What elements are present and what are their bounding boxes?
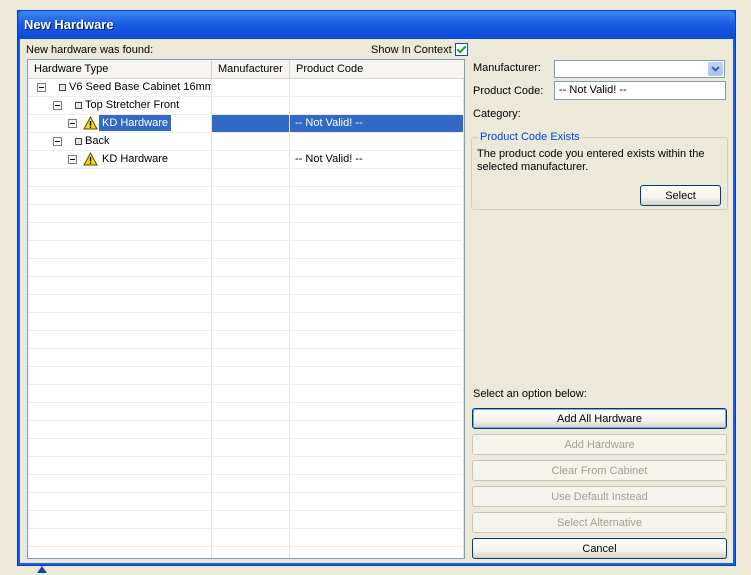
empty-row — [28, 475, 464, 493]
empty-row — [28, 223, 464, 241]
empty-row — [28, 493, 464, 511]
resize-handle-icon[interactable] — [37, 566, 47, 573]
empty-row — [28, 259, 464, 277]
node-bullet-icon — [59, 84, 66, 91]
warning-icon — [83, 116, 98, 130]
empty-row — [28, 547, 464, 558]
manufacturer-dropdown[interactable] — [554, 60, 725, 78]
row-label: Top Stretcher Front — [85, 99, 180, 111]
dropdown-arrow-button[interactable] — [708, 62, 723, 76]
product-code-exists-group: Product Code Exists The product code you… — [471, 131, 728, 210]
column-header-manufacturer[interactable]: Manufacturer — [212, 60, 290, 78]
tree-row-part[interactable]: Back — [28, 133, 464, 151]
tree-row-cabinet[interactable]: V6 Seed Base Cabinet 16mm — [28, 79, 464, 97]
row-manufacturer — [212, 97, 290, 114]
product-code-input[interactable]: -- Not Valid! -- — [554, 81, 726, 100]
select-button[interactable]: Select — [640, 185, 721, 206]
tree-row-part[interactable]: Top Stretcher Front — [28, 97, 464, 115]
collapse-toggle[interactable] — [37, 83, 46, 92]
row-label: KD Hardware — [99, 115, 172, 131]
tree-row-hardware[interactable]: KD Hardware -- Not Valid! -- — [28, 151, 464, 169]
add-all-hardware-button[interactable]: Add All Hardware — [472, 408, 727, 429]
row-product-code: -- Not Valid! -- — [290, 115, 464, 132]
hardware-grid[interactable]: Hardware Type Manufacturer Product Code … — [27, 59, 465, 559]
collapse-toggle[interactable] — [53, 137, 62, 146]
clear-from-cabinet-button[interactable]: Clear From Cabinet — [472, 460, 727, 481]
category-label: Category: — [473, 108, 521, 120]
row-manufacturer — [212, 133, 290, 150]
row-manufacturer — [212, 151, 290, 168]
row-manufacturer — [212, 79, 290, 96]
row-manufacturer — [212, 115, 290, 132]
empty-row — [28, 529, 464, 547]
found-label: New hardware was found: — [26, 44, 154, 56]
empty-row — [28, 241, 464, 259]
column-header-product-code[interactable]: Product Code — [290, 60, 370, 78]
row-product-code — [290, 133, 464, 150]
use-default-instead-button[interactable]: Use Default Instead — [472, 486, 727, 507]
collapse-toggle[interactable] — [53, 101, 62, 110]
cancel-button[interactable]: Cancel — [472, 538, 727, 559]
warning-icon — [83, 152, 98, 166]
empty-row — [28, 457, 464, 475]
empty-row — [28, 205, 464, 223]
show-in-context-checkbox[interactable] — [454, 43, 468, 56]
window-title: New Hardware — [24, 17, 114, 32]
option-prompt: Select an option below: — [473, 388, 587, 400]
grid-header: Hardware Type Manufacturer Product Code — [28, 60, 464, 79]
select-alternative-button[interactable]: Select Alternative — [472, 512, 727, 533]
empty-row — [28, 367, 464, 385]
empty-row — [28, 331, 464, 349]
empty-row — [28, 439, 464, 457]
tree-row-hardware-selected[interactable]: KD Hardware -- Not Valid! -- — [28, 115, 464, 133]
group-title: Product Code Exists — [478, 131, 582, 143]
empty-row — [28, 385, 464, 403]
empty-row — [28, 295, 464, 313]
node-bullet-icon — [75, 138, 82, 145]
empty-row — [28, 421, 464, 439]
column-header-hardware-type[interactable]: Hardware Type — [28, 60, 212, 78]
grid-rows: V6 Seed Base Cabinet 16mm Top Stretcher … — [28, 79, 464, 558]
row-product-code: -- Not Valid! -- — [290, 151, 464, 168]
dialog-client-area: New hardware was found: Show In Context … — [21, 39, 732, 562]
empty-row — [28, 277, 464, 295]
collapse-toggle[interactable] — [68, 155, 77, 164]
empty-row — [28, 511, 464, 529]
node-bullet-icon — [75, 102, 82, 109]
row-product-code — [290, 79, 464, 96]
new-hardware-dialog: New Hardware New hardware was found: Sho… — [17, 10, 736, 566]
collapse-toggle[interactable] — [68, 119, 77, 128]
show-in-context-label: Show In Context — [371, 43, 452, 56]
product-code-label: Product Code: — [473, 85, 544, 97]
manufacturer-label: Manufacturer: — [473, 62, 541, 74]
empty-row — [28, 313, 464, 331]
add-hardware-button[interactable]: Add Hardware — [472, 434, 727, 455]
row-label: V6 Seed Base Cabinet 16mm — [69, 81, 212, 93]
row-label: KD Hardware — [102, 153, 169, 165]
empty-row — [28, 349, 464, 367]
row-product-code — [290, 97, 464, 114]
title-bar[interactable]: New Hardware — [18, 11, 735, 39]
show-in-context-toggle[interactable]: Show In Context — [371, 43, 468, 56]
empty-row — [28, 187, 464, 205]
empty-row — [28, 403, 464, 421]
empty-row — [28, 169, 464, 187]
row-label: Back — [85, 135, 110, 147]
chevron-down-icon — [711, 66, 720, 72]
group-description: The product code you entered exists with… — [477, 148, 705, 173]
